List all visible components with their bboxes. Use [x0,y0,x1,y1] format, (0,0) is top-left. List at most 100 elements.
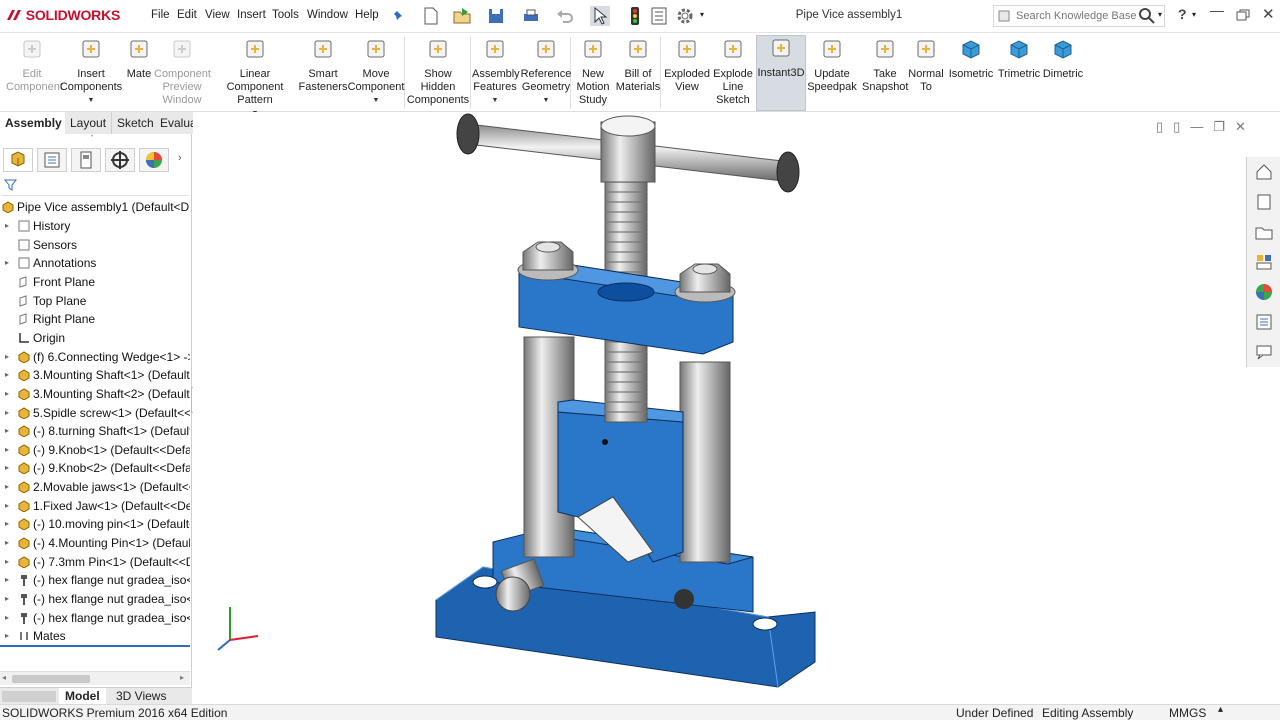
ribbon-reference-geometry-button[interactable]: Reference Geometry ▼ [518,37,574,107]
expand-arrow-icon[interactable]: ▸ [5,590,9,608]
search-input[interactable]: Search Knowledge Base [1016,10,1136,22]
tree-item[interactable]: ▸ (-) 8.turning Shaft<1> (Default [0,422,190,440]
tree-item[interactable]: ▸ Annotations [0,254,190,272]
tree-item[interactable]: Right Plane [0,310,190,328]
ribbon-component-preview-button[interactable]: Component Preview Window [154,37,211,107]
expand-arrow-icon[interactable]: ▸ [5,404,9,422]
expand-arrow-icon[interactable]: ▸ [5,254,9,272]
graphics-minimize-icon[interactable]: — [1190,119,1203,134]
tree-item[interactable]: ▸ (-) 9.Knob<2> (Default<<Defau [0,459,190,477]
ribbon-speedpak-button[interactable]: Update Speedpak [806,37,858,94]
expand-arrow-icon[interactable]: ▸ [5,217,9,235]
tree-item[interactable]: ▸ 2.Movable jaws<1> (Default<< [0,478,190,496]
ribbon-edit-component-button[interactable]: Edit Component [6,37,63,94]
ribbon-dimetric-button[interactable]: Dimetric [1040,37,1086,81]
ribbon-bom-button[interactable]: Bill of Materials [614,37,662,94]
tree-item[interactable]: Top Plane [0,292,190,310]
dropdown-arrow-icon[interactable]: ▼ [58,94,124,107]
expand-arrow-icon[interactable]: ▸ [5,441,9,459]
propertymanager-tab[interactable] [37,148,67,172]
tab-sketch[interactable]: Sketch [112,112,160,134]
ribbon-insert-components-button[interactable]: Insert Components ▼ [58,37,124,107]
tree-item[interactable]: ▸ (-) 7.3mm Pin<1> (Default<<D [0,553,190,571]
expand-arrow-icon[interactable]: ▸ [5,553,9,571]
ribbon-smart-fasteners-button[interactable]: Smart Fasteners [298,37,348,94]
pipe-vice-model[interactable] [193,112,1280,704]
dimxpertmanager-tab[interactable] [105,148,135,172]
tree-item[interactable]: Origin [0,329,190,347]
dropdown-arrow-icon[interactable]: ▼ [472,94,518,107]
tree-item[interactable]: ▸ 3.Mounting Shaft<2> (Default< [0,385,190,403]
custom-properties-icon[interactable] [1254,312,1274,332]
minimize-icon[interactable]: — [1210,2,1224,18]
unit-system[interactable]: MMGS [1169,706,1206,720]
resources-icon[interactable] [1254,192,1274,212]
file-explorer-icon[interactable] [1254,222,1274,242]
units-menu-icon[interactable]: ▴ [1218,704,1223,715]
tree-item[interactable]: ▸ (-) 10.moving pin<1> (Default< [0,515,190,533]
hex-flange-nut-right[interactable] [674,263,736,303]
graphics-restore-icon[interactable]: ❐ [1213,119,1225,134]
ribbon-instant3d-button[interactable]: Instant3D [756,35,806,111]
expand-arrow-icon[interactable]: ▸ [5,571,9,589]
expand-arrow-icon[interactable]: ▸ [5,497,9,515]
ribbon-mate-button[interactable]: Mate [124,37,154,81]
expand-arrow-icon[interactable]: ▸ [5,348,9,366]
ribbon-snapshot-button[interactable]: Take Snapshot [862,37,908,94]
tree-item[interactable]: ▸ Mates [0,627,190,645]
tree-item[interactable]: ▸ 1.Fixed Jaw<1> (Default<<Defa [0,497,190,515]
tree-item[interactable]: ▸ 3.Mounting Shaft<1> (Default< [0,366,190,384]
mounting-shaft-right[interactable] [679,361,731,563]
ribbon-normal-to-button[interactable]: Normal To [906,37,946,94]
appearances-icon[interactable] [1254,282,1274,302]
ribbon-linear-pattern-button[interactable]: Linear Component Pattern▼ [212,37,298,120]
tree-item[interactable]: ▸ (-) hex flange nut gradea_iso<1 [0,571,190,589]
scroll-thumb[interactable] [12,675,90,683]
tab-assembly[interactable]: Assembly [0,112,68,134]
ribbon-isometric-button[interactable]: Isometric [946,37,996,81]
expand-arrow-icon[interactable]: ▸ [5,609,9,627]
ribbon-explode-line-button[interactable]: Explode Line Sketch [710,37,756,107]
featuremanager-tab[interactable] [3,148,33,172]
ribbon-trimetric-button[interactable]: Trimetric [994,37,1044,81]
forum-icon[interactable] [1254,342,1274,362]
restore-icon[interactable] [1236,9,1250,21]
filter-bar[interactable] [2,174,188,196]
tree-item[interactable]: ▸ (-) 4.Mounting Pin<1> (Default [0,534,190,552]
graphics-close-icon[interactable]: ✕ [1235,119,1246,134]
tree-item[interactable]: Sensors [0,236,190,254]
configurationmanager-tab[interactable] [71,148,101,172]
tree-item[interactable]: Front Plane [0,273,190,291]
ribbon-assembly-features-button[interactable]: Assembly Features ▼ [472,37,520,107]
turning-shaft-handle[interactable] [456,113,800,193]
expand-arrow-icon[interactable]: ▸ [5,422,9,440]
view-split-right-icon[interactable]: ▯ [1173,119,1180,134]
expand-arrow-icon[interactable]: ▸ [5,459,9,477]
expand-arrow-icon[interactable]: ▸ [5,515,9,533]
dropdown-arrow-icon[interactable]: ▼ [344,94,408,107]
graphics-area[interactable] [193,112,1280,704]
search-icon[interactable] [1138,7,1156,25]
tree-item[interactable]: ▸ (f) 6.Connecting Wedge<1> -> [0,348,190,366]
home-icon[interactable] [1254,162,1274,182]
expand-arrow-icon[interactable]: ▸ [5,366,9,384]
close-icon[interactable]: ✕ [1262,5,1275,23]
rollback-bar[interactable] [0,645,190,647]
tab-model[interactable]: Model [59,688,106,705]
help-dropdown-icon[interactable]: ▾ [1192,10,1196,19]
scroll-left-icon[interactable]: ◂ [2,673,6,682]
panel-expand-icon[interactable]: › [178,152,182,164]
view-split-left-icon[interactable]: ▯ [1156,119,1163,134]
tree-item[interactable]: ▸ 5.Spidle screw<1> (Default<<D [0,404,190,422]
design-library-icon[interactable] [1254,252,1274,272]
dropdown-arrow-icon[interactable]: ▼ [518,94,574,107]
search-dropdown-icon[interactable]: ▾ [1158,10,1162,19]
tab-layout[interactable]: Layout [65,112,113,134]
expand-arrow-icon[interactable]: ▸ [5,478,9,496]
tree-horizontal-scrollbar[interactable]: ◂ ▸ [0,671,190,685]
displaymanager-tab[interactable] [139,148,169,172]
tree-root-assembly[interactable]: Pipe Vice assembly1 (Default<Dis [0,198,190,216]
scroll-right-icon[interactable]: ▸ [180,673,184,682]
tree-item[interactable]: ▸ (-) hex flange nut gradea_iso<3 [0,609,190,627]
expand-arrow-icon[interactable]: ▸ [5,534,9,552]
